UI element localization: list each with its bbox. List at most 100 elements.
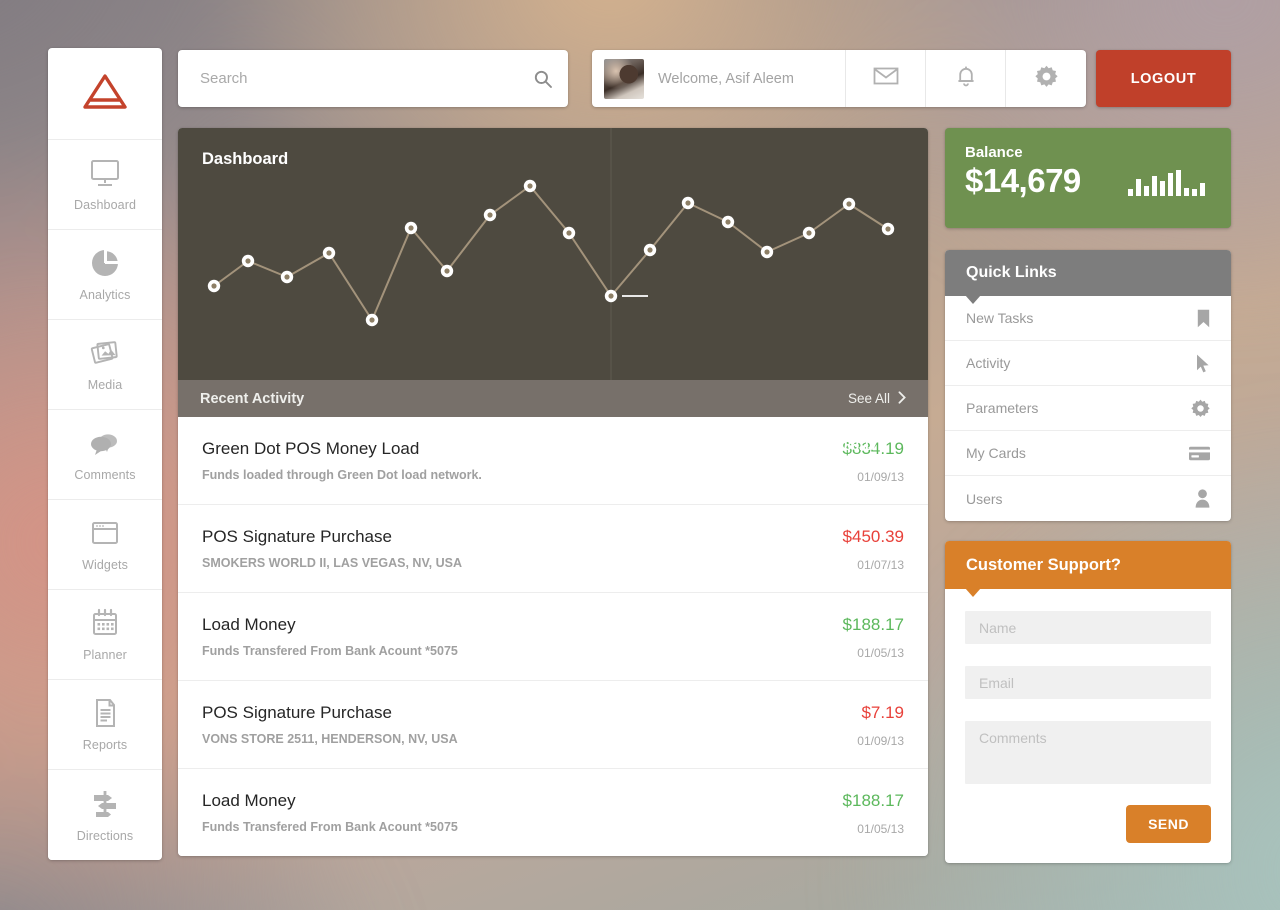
sparkline-bar xyxy=(1192,189,1197,196)
quick-link-activity[interactable]: Activity xyxy=(945,341,1231,386)
quick-link-label: My Cards xyxy=(966,445,1026,461)
sidebar-item-directions[interactable]: Directions xyxy=(48,770,162,860)
quick-link-users[interactable]: Users xyxy=(945,476,1231,521)
person-icon xyxy=(1195,489,1210,508)
line-chart-svg xyxy=(207,128,895,380)
sparkline-bar xyxy=(1136,179,1141,196)
support-header: Customer Support? xyxy=(945,541,1231,597)
bell-icon xyxy=(956,64,976,93)
sparkline-bar xyxy=(1200,182,1205,196)
quick-link-parameters[interactable]: Parameters xyxy=(945,386,1231,431)
monitor-icon xyxy=(88,157,122,189)
quick-link-new-tasks[interactable]: New Tasks xyxy=(945,296,1231,341)
sidebar-item-analytics[interactable]: Analytics xyxy=(48,230,162,320)
support-name-input[interactable] xyxy=(965,611,1211,644)
activity-subtitle: VONS STORE 2511, HENDERSON, NV, USA xyxy=(202,732,458,746)
activity-date: 01/09/13 xyxy=(857,734,904,748)
sidebar-item-label: Analytics xyxy=(79,288,131,302)
activity-subtitle: Funds Transfered From Bank Acount *5075 xyxy=(202,644,458,658)
quick-links-list: New Tasks Activity Parameters My Cards U… xyxy=(945,296,1231,521)
sidebar-item-planner[interactable]: Planner xyxy=(48,590,162,680)
support-comments-input[interactable] xyxy=(965,721,1211,784)
sidebar-item-widgets[interactable]: Widgets xyxy=(48,500,162,590)
sparkline-bar xyxy=(1168,173,1173,196)
activity-title: Green Dot POS Money Load xyxy=(202,439,420,458)
activity-row[interactable]: Green Dot POS Money Load Funds loaded thr… xyxy=(178,417,928,505)
quick-link-my-cards[interactable]: My Cards xyxy=(945,431,1231,476)
credit-card-icon xyxy=(1189,446,1210,461)
avatar xyxy=(604,58,644,99)
chart-annotation-label: Load Money xyxy=(831,416,910,431)
sidebar-item-label: Media xyxy=(87,378,123,392)
support-email-input[interactable] xyxy=(965,666,1211,699)
activity-row[interactable]: Load Money Funds Transfered From Bank Aco… xyxy=(178,593,928,681)
sidebar-item-label: Directions xyxy=(76,828,134,843)
sidebar-item-dashboard[interactable]: Dashboard xyxy=(48,140,162,230)
sparkline-bar xyxy=(1184,187,1189,196)
activity-row[interactable]: POS Signature Purchase VONS STORE 2511, H… xyxy=(178,681,928,769)
welcome-message: Welcome, Asif Aleem xyxy=(658,70,794,87)
triangle-logo-icon xyxy=(81,71,129,116)
chevron-right-icon xyxy=(898,390,906,407)
activity-row[interactable]: Load Money Funds Transfered From Bank Aco… xyxy=(178,769,928,856)
user-profile[interactable]: Welcome, Asif Aleem xyxy=(592,50,846,107)
quick-link-label: Activity xyxy=(966,355,1011,371)
sidebar-item-comments[interactable]: Comments xyxy=(48,410,162,500)
recent-activity-title: Recent Activity xyxy=(200,390,305,407)
support-send-button[interactable]: SEND xyxy=(1126,805,1211,843)
notifications-button[interactable] xyxy=(926,50,1006,107)
search-input[interactable] xyxy=(178,70,518,87)
customer-support-panel: Customer Support? SEND xyxy=(945,541,1231,863)
app-logo[interactable] xyxy=(48,48,162,140)
cursor-arrow-icon xyxy=(1196,354,1210,373)
envelope-icon xyxy=(873,66,899,91)
signpost-icon xyxy=(88,788,122,820)
activity-subtitle: SMOKERS WORLD II, LAS VEGAS, NV, USA xyxy=(202,556,462,570)
chart-markers xyxy=(207,179,895,327)
balance-card: Balance $14,679 xyxy=(945,128,1231,228)
calendar-icon xyxy=(88,607,122,639)
sparkline-bar xyxy=(1176,169,1181,196)
quick-links-title: Quick Links xyxy=(966,264,1057,281)
gear-icon xyxy=(1191,399,1210,418)
quick-link-label: Users xyxy=(966,490,1003,507)
activity-amount: $188.17 xyxy=(842,615,904,634)
recent-activity-header: Recent Activity See All xyxy=(178,380,928,417)
search-bar xyxy=(178,50,568,107)
speech-bubbles-icon xyxy=(88,427,122,459)
sidebar-item-reports[interactable]: Reports xyxy=(48,680,162,770)
sidebar-item-label: Widgets xyxy=(82,558,128,572)
sidebar-item-label: Dashboard xyxy=(73,198,137,212)
activity-date: 01/05/13 xyxy=(857,646,904,660)
quick-link-label: New Tasks xyxy=(966,310,1034,326)
sidebar-item-label: Comments xyxy=(74,468,136,482)
activity-row[interactable]: POS Signature Purchase SMOKERS WORLD II, … xyxy=(178,505,928,593)
activity-date: 01/05/13 xyxy=(857,822,904,836)
activity-amount: $7.19 xyxy=(861,703,904,722)
sidebar: Dashboard Analytics Media Comments Widge… xyxy=(48,48,162,860)
support-title: Customer Support? xyxy=(966,555,1121,574)
sparkline-bar xyxy=(1160,180,1165,196)
logout-button[interactable]: LOGOUT xyxy=(1096,50,1231,107)
chart-line xyxy=(213,185,889,321)
gear-icon xyxy=(1034,65,1058,93)
see-all-label: See All xyxy=(847,391,890,406)
pie-chart-icon xyxy=(88,247,122,279)
balance-label: Balance xyxy=(965,144,1023,161)
user-bar: Welcome, Asif Aleem xyxy=(592,50,1086,107)
see-all-button[interactable]: See All xyxy=(847,390,906,407)
messages-button[interactable] xyxy=(846,50,926,107)
activity-subtitle: Funds Transfered From Bank Acount *5075 xyxy=(202,820,458,834)
main-panel: Dashboard Load Money $188.17 Recent Acti… xyxy=(178,128,928,856)
settings-button[interactable] xyxy=(1006,50,1086,107)
search-icon[interactable] xyxy=(518,50,568,107)
sidebar-item-media[interactable]: Media xyxy=(48,320,162,410)
activity-date: 01/07/13 xyxy=(857,558,904,572)
sparkline-bar xyxy=(1152,175,1157,196)
recent-activity-list: Green Dot POS Money Load Funds loaded thr… xyxy=(178,417,928,856)
sidebar-item-label: Planner xyxy=(83,648,127,662)
quick-links-header: Quick Links xyxy=(945,250,1231,304)
document-icon xyxy=(88,697,122,729)
sparkline-bar xyxy=(1128,189,1133,196)
activity-amount: $188.17 xyxy=(842,791,904,810)
